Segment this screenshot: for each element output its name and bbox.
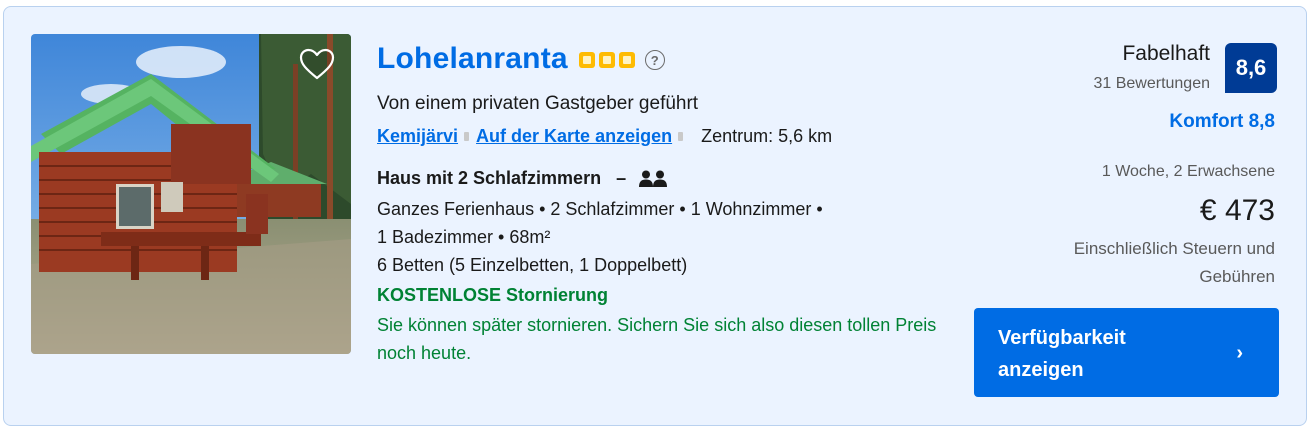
room-details-line1: Ganzes Ferienhaus • 2 Schlafzimmer • 1 W… xyxy=(377,199,823,219)
room-dash: – xyxy=(616,168,627,188)
map-link[interactable]: Auf der Karte anzeigen xyxy=(476,126,672,147)
star-icon xyxy=(598,52,615,68)
room-details-line2: 1 Badezimmer • 68m² xyxy=(377,227,551,247)
stay-details: 1 Woche, 2 Erwachsene xyxy=(1101,163,1275,180)
see-availability-button[interactable]: Verfügbarkeit anzeigen › xyxy=(974,308,1279,397)
favorite-button[interactable] xyxy=(297,43,341,87)
see-availability-label: Verfügbarkeit anzeigen xyxy=(998,327,1126,381)
review-score-word: Fabelhaft xyxy=(1122,42,1210,65)
free-cancellation-description: Sie können später stornieren. Sichern Si… xyxy=(377,315,937,363)
location-row: Kemijärvi Auf der Karte anzeigen Zentrum… xyxy=(377,126,832,147)
review-count: 31 Bewertungen xyxy=(1093,75,1210,92)
room-details: Ganzes Ferienhaus • 2 Schlafzimmer • 1 W… xyxy=(377,195,823,279)
beds-text: 6 Betten (5 Einzelbetten, 1 Doppelbett) xyxy=(377,255,688,275)
price: € 473 xyxy=(1199,194,1275,227)
title-row: Lohelanranta ? xyxy=(377,41,665,77)
chevron-right-icon: › xyxy=(1236,342,1243,364)
taxes-note: Einschließlich Steuern und Gebühren xyxy=(1073,239,1275,286)
distance-text: Zentrum: 5,6 km xyxy=(701,126,833,146)
separator xyxy=(678,132,684,141)
property-card: Lohelanranta ? Von einem privaten Gastge… xyxy=(3,6,1307,426)
two-persons-icon xyxy=(639,170,668,187)
comfort-score: Komfort 8,8 xyxy=(1169,111,1275,132)
room-title: Haus mit 2 Schlafzimmern xyxy=(377,168,602,188)
separator xyxy=(464,132,470,141)
city-link[interactable]: Kemijärvi xyxy=(377,126,458,147)
star-icon xyxy=(618,52,635,68)
star-rating xyxy=(578,52,635,68)
property-photo[interactable] xyxy=(31,34,351,354)
room-heading: Haus mit 2 Schlafzimmern – xyxy=(377,168,668,189)
review-score-badge[interactable]: 8,6 xyxy=(1225,43,1277,93)
heart-icon xyxy=(299,48,335,80)
host-note: Von einem privaten Gastgeber geführt xyxy=(377,93,699,114)
property-title[interactable]: Lohelanranta xyxy=(377,42,568,76)
free-cancellation-title: KOSTENLOSE Stornierung xyxy=(377,285,609,305)
star-icon xyxy=(578,52,595,68)
info-icon[interactable]: ? xyxy=(644,50,665,70)
